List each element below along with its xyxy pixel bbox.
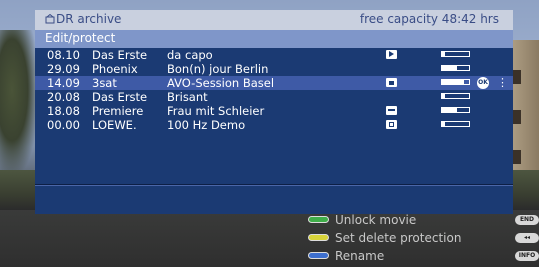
list-item[interactable]: 20.08 Das Erste Brisant	[35, 90, 513, 104]
mode-bar: Edit/protect	[35, 30, 513, 48]
legend-rename[interactable]: Rename INFO	[308, 248, 539, 264]
progress-bar	[441, 79, 470, 85]
header-title: DR archive	[45, 12, 121, 26]
free-capacity: free capacity 48:42 hrs	[359, 12, 499, 26]
progress-bar	[441, 51, 470, 57]
list-item[interactable]: 29.09 Phoenix Bon(n) jour Berlin	[35, 62, 513, 76]
progress-fill	[442, 80, 464, 84]
recording-date: 08.10	[47, 48, 80, 62]
info-key[interactable]: INFO	[515, 251, 539, 261]
tree-scenery	[0, 30, 40, 180]
recording-date: 29.09	[47, 62, 80, 76]
yellow-key-icon	[308, 234, 329, 241]
list-item-selected[interactable]: 14.09 3sat AVO-Session Basel OK ⋮	[35, 76, 513, 90]
recording-title: Bon(n) jour Berlin	[167, 62, 269, 76]
progress-fill	[442, 66, 457, 70]
progress-bar	[441, 107, 470, 113]
rewind-key[interactable]: ◂◂	[515, 233, 539, 243]
recording-date: 14.09	[47, 76, 80, 90]
list-item[interactable]: 08.10 Das Erste da capo	[35, 48, 513, 62]
list-item[interactable]: 00.00 LOEWE. 100 Hz Demo	[35, 118, 513, 132]
recording-date: 00.00	[47, 118, 80, 132]
play-icon	[386, 50, 397, 59]
blue-key-icon	[308, 252, 329, 259]
list-item[interactable]: 18.08 Premiere Frau mit Schleier	[35, 104, 513, 118]
recording-channel: Das Erste	[92, 90, 148, 104]
legend-delete-protection-label: Set delete protection	[335, 231, 462, 245]
recording-title: 100 Hz Demo	[167, 118, 246, 132]
progress-bar	[441, 93, 470, 99]
recording-title: Frau mit Schleier	[167, 104, 265, 118]
recording-date: 20.08	[47, 90, 80, 104]
progress-fill	[442, 108, 457, 112]
ok-button[interactable]: OK	[477, 77, 489, 89]
mode-label: Edit/protect	[45, 31, 116, 45]
archive-title: DR archive	[56, 12, 122, 26]
recording-channel: LOEWE.	[92, 118, 137, 132]
end-key[interactable]: END	[515, 215, 539, 225]
legend-delete-protection[interactable]: Set delete protection ◂◂	[308, 230, 539, 246]
lock-icon	[386, 78, 397, 87]
legend-rename-label: Rename	[335, 249, 385, 263]
recording-channel: Premiere	[92, 104, 144, 118]
vertical-dots-icon: ⋮	[497, 76, 508, 89]
progress-fill	[442, 122, 445, 126]
green-key-icon	[308, 216, 329, 223]
recording-title: Brisant	[167, 90, 208, 104]
progress-fill	[442, 52, 445, 56]
key-icon	[386, 106, 397, 115]
recording-date: 18.08	[47, 104, 80, 118]
panel-header: DR archive free capacity 48:42 hrs	[35, 10, 513, 30]
archive-panel: DR archive free capacity 48:42 hrs Edit/…	[35, 10, 513, 214]
legend-unlock[interactable]: Unlock movie END	[308, 212, 539, 228]
progress-fill	[442, 94, 445, 98]
delete-protect-icon	[386, 120, 397, 129]
progress-bar	[441, 121, 470, 127]
recording-title: AVO-Session Basel	[167, 76, 275, 90]
recording-list: 08.10 Das Erste da capo 29.09 Phoenix Bo…	[35, 48, 513, 132]
recording-channel: Phoenix	[92, 62, 138, 76]
recording-channel: Das Erste	[92, 48, 148, 62]
recording-channel: 3sat	[92, 76, 117, 90]
legend-unlock-label: Unlock movie	[335, 213, 417, 227]
archive-icon	[45, 13, 55, 24]
progress-bar	[441, 65, 470, 71]
list-divider-highlight	[35, 185, 513, 186]
recording-title: da capo	[167, 48, 213, 62]
